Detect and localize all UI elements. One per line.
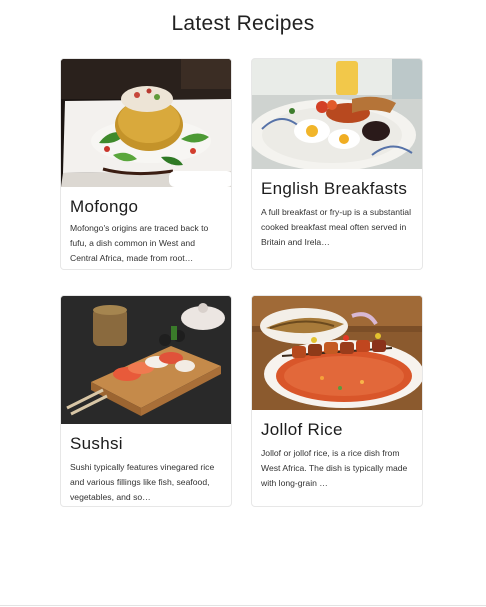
recipe-card-mofongo[interactable]: Mofongo Mofongo's origins are traced bac… [60,58,232,270]
recipe-image-english-breakfasts[interactable] [252,59,422,169]
recipe-card-english-breakfasts[interactable]: English Breakfasts A full breakfast or f… [251,58,423,270]
page-title: Latest Recipes [171,12,315,35]
recipe-title[interactable]: Mofongo [70,197,222,217]
recipe-description: Mofongo's origins are traced back to fuf… [70,223,209,263]
recipe-card-sushi[interactable]: Sushsi Sushi typically features vinegare… [60,295,232,507]
recipe-title[interactable]: Jollof Rice [261,420,413,440]
recipe-image-sushi[interactable] [61,296,231,424]
recipe-title[interactable]: Sushsi [70,434,222,454]
page-divider [0,605,486,606]
recipe-image-mofongo[interactable] [61,59,231,187]
recipe-description: A full breakfast or fry-up is a substant… [261,207,411,247]
recipe-description: Sushi typically features vinegared rice … [70,462,215,502]
recipe-description: Jollof or jollof rice, is a rice dish fr… [261,448,408,488]
recipe-image-jollof-rice[interactable] [252,296,422,410]
recipe-title[interactable]: English Breakfasts [261,179,413,199]
recipe-card-jollof-rice[interactable]: Jollof Rice Jollof or jollof rice, is a … [251,295,423,507]
